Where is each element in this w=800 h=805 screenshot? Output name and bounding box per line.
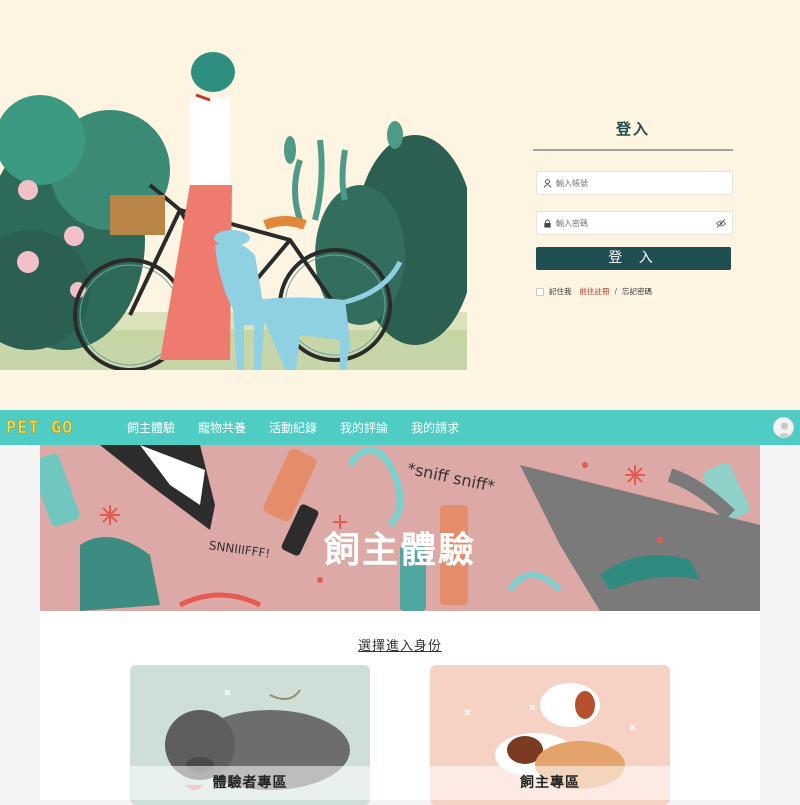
card-label-experiencer: 體驗者專區: [130, 766, 370, 800]
password-input[interactable]: [556, 218, 706, 228]
avatar[interactable]: [773, 417, 794, 438]
banner-title: 飼主體驗: [323, 530, 476, 571]
remember-checkbox[interactable]: [536, 287, 544, 296]
username-input[interactable]: [556, 178, 706, 188]
card-label-owner: 飼主專區: [430, 766, 670, 800]
card-owner-zone[interactable]: 飼主專區: [430, 665, 670, 805]
select-identity-heading: 選擇進入身份: [357, 639, 442, 654]
logo[interactable]: PET GO: [6, 417, 114, 438]
navbar: PET GO 飼主體驗 寵物共養 活動紀錄 我的評論 我的請求: [0, 410, 800, 445]
eye-slash-icon[interactable]: [716, 219, 726, 228]
nav-item-my-reviews[interactable]: 我的評論: [340, 419, 388, 436]
nav-item-my-requests[interactable]: 我的請求: [411, 419, 459, 436]
nav-item-owner-experience[interactable]: 飼主體驗: [127, 419, 175, 436]
hero-illustration: [0, 52, 467, 370]
banner: *sniff sniff* SNNIIIFFF! 飼主體驗: [40, 445, 760, 611]
nav-item-activity-log[interactable]: 活動紀錄: [269, 419, 317, 436]
user-avatar-icon: [777, 422, 792, 437]
banner-sniff-text: *sniff sniff*: [406, 459, 497, 496]
lock-icon: [544, 218, 551, 228]
username-field[interactable]: [536, 171, 733, 195]
main-content: *sniff sniff* SNNIIIFFF! 飼主體驗 選擇進入身份 體驗者…: [40, 445, 760, 805]
login-options: 記住我 前往註冊 / 忘記密碼: [536, 286, 733, 297]
user-icon: [543, 178, 552, 188]
password-field[interactable]: [536, 211, 733, 235]
login-button[interactable]: 登 入: [536, 247, 731, 270]
login-section: 登入 登 入 記住我 前往註冊 /: [0, 0, 800, 410]
remember-label: 記住我: [549, 287, 572, 296]
forgot-password-link[interactable]: 忘記密碼: [622, 286, 652, 297]
register-link[interactable]: 前往註冊: [580, 286, 610, 297]
section-heading: 選擇進入身份: [40, 635, 760, 654]
nav-item-pet-sharing[interactable]: 寵物共養: [198, 419, 246, 436]
separator: /: [614, 287, 618, 296]
card-experiencer-zone[interactable]: 體驗者專區: [130, 665, 370, 805]
login-panel: 登入 登 入 記住我 前往註冊 /: [533, 118, 733, 297]
login-title: 登入: [533, 118, 733, 151]
